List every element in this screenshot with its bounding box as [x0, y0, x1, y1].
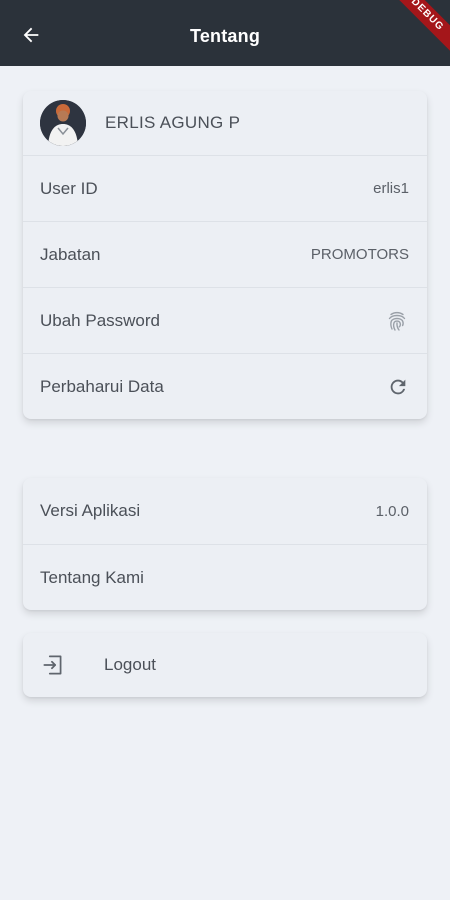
- app-version-label: Versi Aplikasi: [40, 501, 141, 520]
- change-password-label: Ubah Password: [40, 310, 161, 330]
- fingerprint-icon: [385, 309, 409, 333]
- app-info-card: Versi Aplikasi 1.0.0 Tentang Kami: [23, 478, 427, 610]
- logout-icon: [40, 652, 66, 678]
- change-password-row[interactable]: Ubah Password: [23, 287, 427, 353]
- about-us-row[interactable]: Tentang Kami: [23, 544, 427, 610]
- logout-card[interactable]: Logout: [23, 633, 427, 697]
- logout-button[interactable]: Logout: [23, 633, 427, 697]
- app-bar: Tentang DEBUG: [0, 0, 450, 66]
- refresh-icon: [387, 376, 409, 398]
- page-title: Tentang: [189, 26, 261, 46]
- user-id-value: erlis1: [373, 180, 409, 197]
- profile-row: ERLIS AGUNG P: [23, 91, 427, 155]
- user-avatar: [40, 100, 86, 146]
- profile-name: ERLIS AGUNG P: [105, 113, 241, 132]
- refresh-data-row[interactable]: Perbaharui Data: [23, 353, 427, 419]
- app-version-row: Versi Aplikasi 1.0.0: [23, 478, 427, 544]
- logout-label: Logout: [104, 655, 156, 674]
- user-id-row: User ID erlis1: [23, 155, 427, 221]
- user-id-label: User ID: [40, 178, 98, 198]
- jabatan-row: Jabatan PROMOTORS: [23, 221, 427, 287]
- refresh-data-label: Perbaharui Data: [40, 376, 164, 396]
- jabatan-value: PROMOTORS: [310, 246, 409, 263]
- jabatan-label: Jabatan: [40, 244, 101, 264]
- app-version-value: 1.0.0: [375, 502, 409, 520]
- about-us-label: Tentang Kami: [40, 567, 144, 587]
- account-card: ERLIS AGUNG P User ID erlis1 Jabatan PRO…: [23, 91, 427, 419]
